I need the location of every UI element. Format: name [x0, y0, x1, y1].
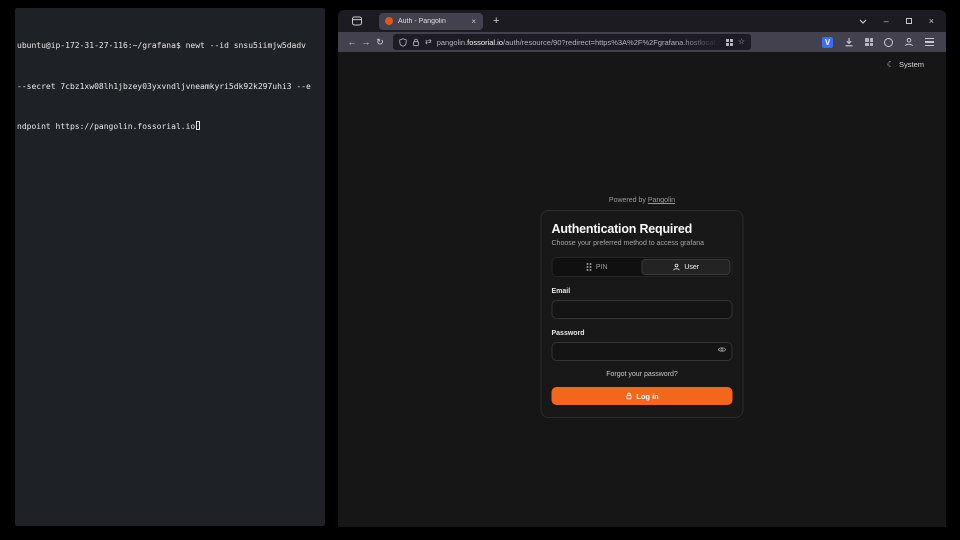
- url-text: pangolin.fossorial.io/auth/resource/90?r…: [437, 38, 721, 47]
- extension-ring-icon[interactable]: [884, 38, 893, 47]
- menu-icon[interactable]: [925, 38, 934, 46]
- new-tab-button[interactable]: +: [493, 16, 499, 27]
- password-label: Password: [552, 330, 733, 337]
- email-field[interactable]: [552, 300, 733, 319]
- email-input-wrap: [552, 299, 733, 319]
- terminal-line: --secret 7cbz1xw08lh1jbzey03yxvndljvneam…: [17, 80, 323, 94]
- tracking-shield-icon[interactable]: [399, 38, 407, 47]
- url-path: /auth/resource/90?redirect=https%3A%2F%2…: [503, 38, 721, 47]
- tab-list-chevron-icon[interactable]: [859, 19, 867, 24]
- terminal-line: ndpoint https://pangolin.fossorial.io: [17, 120, 323, 134]
- extensions-icon[interactable]: [865, 38, 873, 46]
- minimize-button[interactable]: –: [884, 17, 889, 26]
- show-password-eye-icon[interactable]: [718, 346, 727, 353]
- tab-title: Auth - Pangolin: [398, 18, 470, 25]
- toolbar-icons: V: [822, 37, 934, 48]
- terminal-window[interactable]: ubuntu@ip-172-31-27-116:~/grafana$ newt …: [15, 8, 325, 526]
- pangolin-favicon-icon: [385, 17, 393, 25]
- browser-navbar: ← → ↻ ⇄ pangolin.fossorial.io/auth/resou…: [338, 32, 946, 52]
- forgot-password-link[interactable]: Forgot your password?: [552, 371, 733, 378]
- back-button[interactable]: ←: [345, 38, 359, 47]
- tab-pin[interactable]: PIN: [554, 259, 642, 275]
- pangolin-link[interactable]: Pangolin: [648, 197, 675, 204]
- method-tabs: PIN User: [552, 257, 733, 277]
- tab-user[interactable]: User: [641, 259, 731, 275]
- powered-by-text: Powered by: [609, 197, 648, 204]
- login-lock-icon: [625, 392, 632, 400]
- forward-button[interactable]: →: [359, 38, 373, 47]
- maximize-button[interactable]: [906, 18, 912, 24]
- terminal-cursor: [196, 121, 200, 130]
- login-button-label: Log in: [636, 392, 659, 401]
- tab-close-icon[interactable]: ×: [470, 17, 477, 26]
- auth-card: Authentication Required Choose your pref…: [541, 210, 744, 418]
- downloads-icon[interactable]: [844, 37, 854, 47]
- switch-arrows-icon[interactable]: ⇄: [425, 38, 432, 46]
- window-controls: – ×: [859, 17, 934, 26]
- reload-button[interactable]: ↻: [373, 38, 387, 47]
- vimium-extension-icon[interactable]: V: [822, 37, 833, 48]
- lock-icon[interactable]: [412, 38, 420, 47]
- containers-grid-icon[interactable]: [726, 39, 733, 46]
- email-label: Email: [552, 288, 733, 295]
- theme-label: System: [899, 60, 924, 69]
- tab-user-label: User: [684, 264, 699, 271]
- card-title: Authentication Required: [552, 222, 733, 236]
- profile-icon[interactable]: [904, 37, 914, 47]
- user-icon: [672, 263, 680, 271]
- tab-pin-label: PIN: [596, 264, 608, 271]
- url-prefix: pangolin.: [437, 38, 467, 47]
- terminal-line: ubuntu@ip-172-31-27-116:~/grafana$ newt …: [17, 39, 323, 53]
- url-bar[interactable]: ⇄ pangolin.fossorial.io/auth/resource/90…: [393, 34, 751, 50]
- close-window-button[interactable]: ×: [929, 17, 934, 26]
- browser-tab[interactable]: Auth - Pangolin ×: [379, 13, 483, 30]
- moon-icon: ☾: [887, 60, 894, 69]
- browser-titlebar: Auth - Pangolin × + – ×: [338, 10, 946, 32]
- theme-toggle[interactable]: ☾ System: [887, 60, 924, 69]
- keypad-icon: [587, 263, 592, 271]
- terminal-line-text: ndpoint https://pangolin.fossorial.io: [17, 122, 195, 131]
- login-button[interactable]: Log in: [552, 387, 733, 405]
- password-input-wrap: [552, 341, 733, 361]
- bookmark-star-icon[interactable]: ☆: [738, 38, 745, 46]
- browser-window: Auth - Pangolin × + – × ← → ↻: [338, 10, 946, 527]
- auth-page: ☾ System Powered by Pangolin Authenticat…: [338, 52, 946, 527]
- firefox-view-icon[interactable]: [351, 15, 363, 27]
- card-subtitle: Choose your preferred method to access g…: [552, 240, 733, 247]
- url-domain: fossorial.io: [467, 38, 503, 47]
- powered-by: Powered by Pangolin: [338, 197, 946, 204]
- password-field[interactable]: [552, 342, 733, 361]
